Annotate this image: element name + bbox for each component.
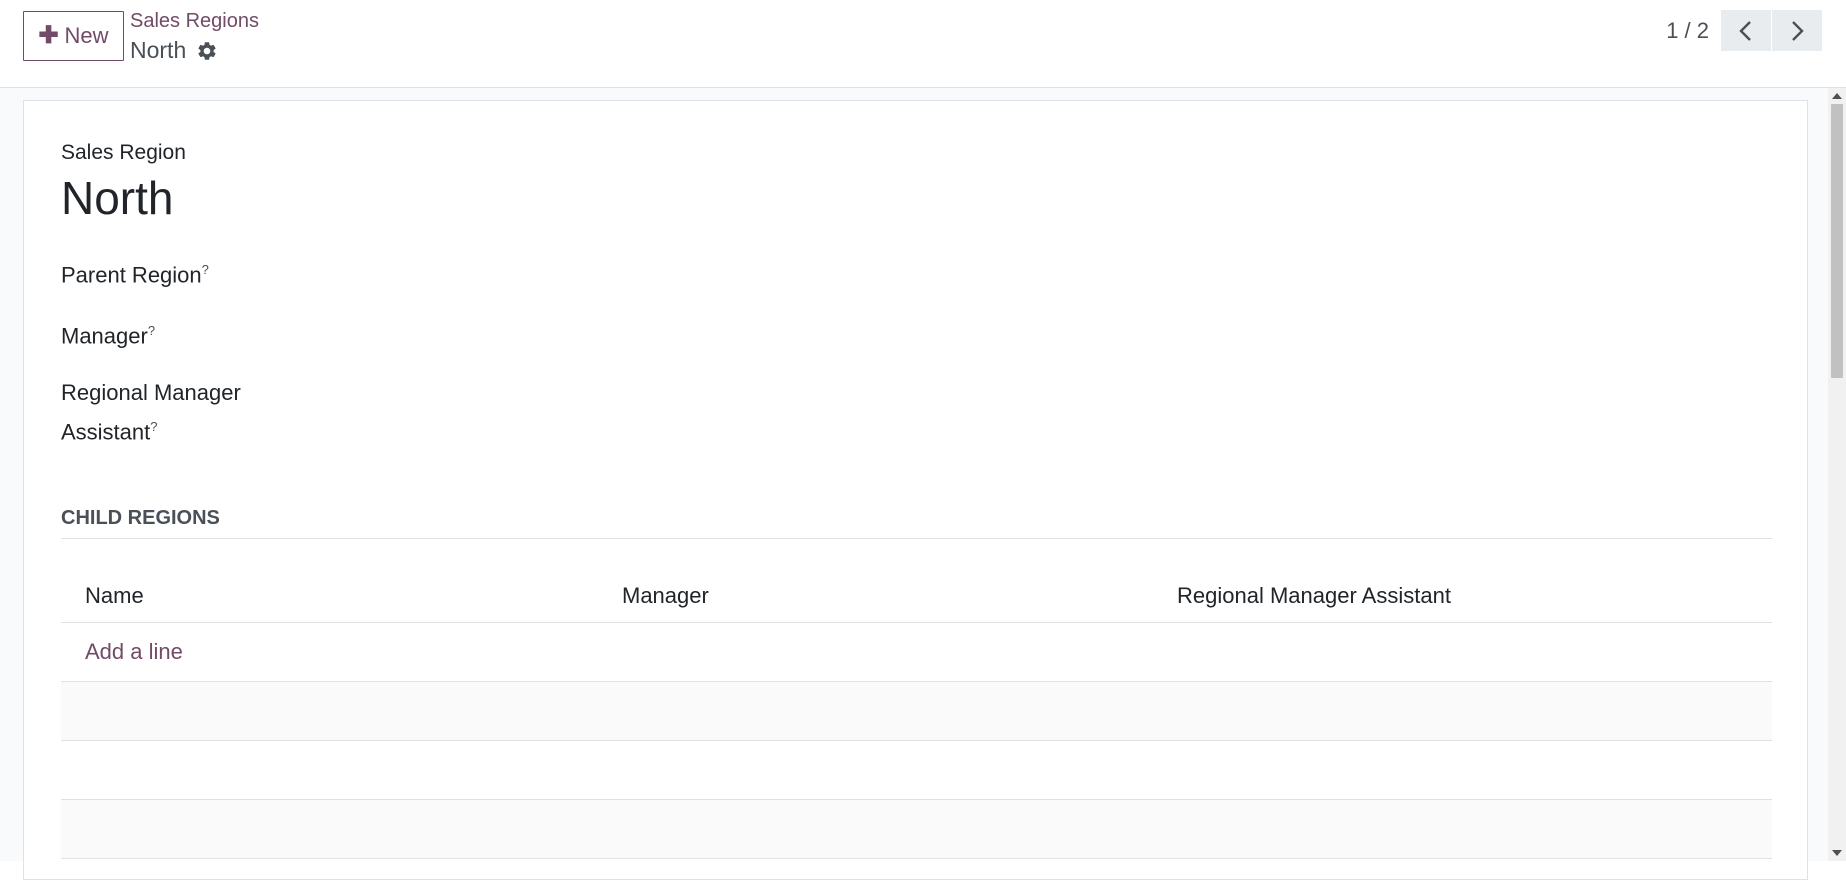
table-row <box>61 682 1772 741</box>
breadcrumb-sales-regions-link[interactable]: Sales Regions <box>130 10 259 33</box>
new-button-label: New <box>64 23 109 48</box>
chevron-right-icon <box>1792 20 1804 41</box>
table-header: Name Manager Regional Manager Assistant <box>61 569 1772 623</box>
scrollbar-thumb[interactable] <box>1831 104 1843 378</box>
manager-label: Manager? <box>61 314 271 353</box>
scroll-up-arrow-icon[interactable] <box>1832 93 1842 99</box>
child-regions-section-title: CHILD REGIONS <box>61 507 1772 539</box>
breadcrumb-current: North <box>130 37 259 64</box>
vertical-scrollbar[interactable] <box>1828 88 1846 861</box>
region-name-field[interactable]: North <box>61 171 173 225</box>
parent-region-input[interactable] <box>351 253 851 287</box>
plus-icon: ✚ <box>38 22 59 49</box>
table-row <box>61 741 1772 800</box>
help-tooltip-icon[interactable]: ? <box>150 419 157 434</box>
regional-manager-assistant-input[interactable] <box>351 376 851 410</box>
manager-input[interactable] <box>351 314 851 348</box>
control-panel: ✚ New Sales Regions North 1 / 2 <box>0 0 1846 88</box>
child-regions-table: Name Manager Regional Manager Assistant … <box>61 569 1772 859</box>
manager-label-text: Manager <box>61 323 148 349</box>
regional-manager-assistant-label-text: Regional Manager Assistant <box>61 380 241 445</box>
form-sheet: Sales Region North Parent Region? Manage… <box>23 100 1808 880</box>
new-button[interactable]: ✚ New <box>23 11 124 61</box>
pager-value[interactable]: 1 / 2 <box>1666 18 1709 44</box>
chevron-left-icon <box>1739 20 1751 41</box>
pager-previous-button[interactable] <box>1721 10 1771 51</box>
scroll-down-arrow-icon[interactable] <box>1832 850 1842 856</box>
add-line-link[interactable]: Add a line <box>85 639 183 665</box>
sales-region-label: Sales Region <box>61 141 186 164</box>
help-tooltip-icon[interactable]: ? <box>148 323 155 338</box>
gear-icon[interactable] <box>196 40 218 62</box>
parent-region-label-text: Parent Region <box>61 262 202 288</box>
column-header-name[interactable]: Name <box>85 583 144 609</box>
breadcrumb-current-label: North <box>130 37 187 63</box>
add-line-row: Add a line <box>61 623 1772 682</box>
table-row <box>61 800 1772 859</box>
column-header-manager[interactable]: Manager <box>622 583 709 609</box>
help-tooltip-icon[interactable]: ? <box>202 262 209 277</box>
breadcrumb: Sales Regions North <box>130 10 259 64</box>
parent-region-label: Parent Region? <box>61 253 271 292</box>
pager-next-button[interactable] <box>1772 10 1822 51</box>
pager: 1 / 2 <box>1666 10 1822 51</box>
column-header-regional-manager-assistant[interactable]: Regional Manager Assistant <box>1177 583 1451 609</box>
regional-manager-assistant-label: Regional Manager Assistant? <box>61 376 271 449</box>
